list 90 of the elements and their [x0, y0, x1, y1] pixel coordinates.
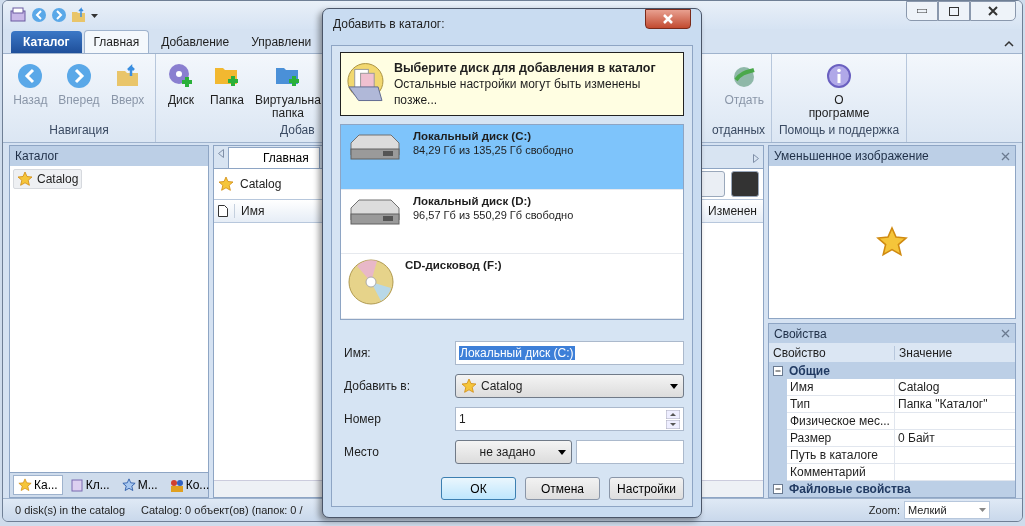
- maximize-icon: [949, 6, 959, 16]
- group-label: Навигация: [49, 123, 109, 137]
- property-value: Папка "Каталог": [894, 395, 1015, 413]
- minimize-icon: [917, 9, 927, 13]
- spin-up-icon: [666, 409, 680, 419]
- scroll-right-icon[interactable]: [753, 154, 759, 163]
- ribbon-tab[interactable]: Добавление: [151, 30, 240, 53]
- dialog-button[interactable]: Отмена: [525, 477, 600, 500]
- number-field[interactable]: 1: [455, 407, 684, 431]
- dialog-title: Добавить в каталог:: [333, 17, 445, 31]
- field-label: Номер: [343, 412, 382, 426]
- ribbon-tab[interactable]: Главная: [83, 30, 150, 53]
- column-header[interactable]: Свойство: [769, 345, 894, 360]
- ribbon-button[interactable]: Папка: [206, 60, 248, 123]
- close-icon: [988, 6, 998, 16]
- dialog-button[interactable]: Настройки: [609, 477, 684, 500]
- panel-header: Уменьшенное изображение: [774, 149, 929, 163]
- star-icon: [218, 176, 234, 192]
- property-name: Физическое мес...: [787, 412, 894, 430]
- star-icon: [17, 171, 33, 187]
- star-icon: [876, 226, 908, 258]
- dropdown-arrow-icon: [979, 508, 986, 512]
- document-icon: [218, 205, 228, 217]
- info-icon: [825, 62, 853, 90]
- property-name: Имя: [787, 378, 894, 396]
- column-header[interactable]: Значение: [894, 345, 1015, 360]
- property-name: Тип: [787, 395, 894, 413]
- dialog-heading: Выберите диск для добавления в каталог: [393, 60, 657, 76]
- location-dropdown[interactable]: не задано: [455, 440, 572, 464]
- document-tab[interactable]: Главная: [228, 147, 320, 168]
- name-field[interactable]: Локальный диск (C:): [455, 341, 684, 365]
- catalog-dropdown[interactable]: Catalog: [455, 374, 684, 398]
- property-group: Файловые свойства: [789, 481, 911, 496]
- panel-tab[interactable]: М...: [116, 475, 163, 495]
- panel-tab[interactable]: Кл...: [64, 475, 115, 495]
- dropdown-arrow-icon[interactable]: [91, 12, 98, 18]
- people-icon: [169, 478, 184, 492]
- field-label: Место: [343, 445, 380, 459]
- panel-header: Каталог: [10, 146, 208, 166]
- property-name: Путь в каталоге: [787, 446, 894, 464]
- cd-icon: [347, 258, 395, 307]
- group-label: Добав: [280, 123, 315, 137]
- clipboard-icon: [69, 478, 84, 492]
- star-outline-icon: [121, 478, 136, 492]
- close-icon[interactable]: [1001, 329, 1010, 339]
- star-icon: [461, 378, 477, 394]
- app-icon[interactable]: [9, 7, 27, 23]
- dialog-button[interactable]: ОК: [441, 477, 516, 500]
- dialog-subtext: Остальные настройки могут быть изменены позже...: [393, 76, 642, 108]
- zoom-dropdown[interactable]: Мелкий: [904, 501, 990, 519]
- view-button[interactable]: [731, 171, 759, 197]
- dropdown-arrow-icon: [670, 383, 678, 389]
- close-button[interactable]: [970, 1, 1016, 21]
- property-value: 0 Байт: [894, 429, 1015, 447]
- property-group: Общие: [789, 363, 830, 378]
- drive-item[interactable]: Локальный диск (C:) 84,29 Гб из 135,25 Гб свободно: [341, 125, 683, 190]
- status-text: Catalog: 0 объект(ов) (папок: 0 /: [141, 504, 303, 516]
- column-header[interactable]: Имя: [234, 204, 271, 218]
- close-icon[interactable]: [1001, 151, 1010, 161]
- collapse-icon[interactable]: [773, 483, 783, 494]
- close-icon: [663, 14, 673, 24]
- maximize-button[interactable]: [938, 1, 970, 21]
- field-label: Добавить в:: [343, 379, 412, 393]
- ribbon-tab[interactable]: Управлени: [241, 30, 322, 53]
- dropdown-arrow-icon: [558, 449, 566, 455]
- field-label: Имя:: [343, 346, 372, 360]
- group-label: отданных: [711, 123, 765, 137]
- location-field[interactable]: [576, 440, 684, 464]
- collapse-ribbon-icon[interactable]: [1004, 40, 1014, 47]
- status-text: 0 disk(s) in the catalog: [15, 504, 126, 516]
- collapse-icon[interactable]: [773, 365, 783, 376]
- panel-tab[interactable]: Ко...: [164, 475, 215, 495]
- star-icon: [18, 478, 32, 492]
- close-button[interactable]: [645, 9, 691, 29]
- disk-add-icon: [167, 62, 195, 90]
- panel-header: Свойства: [774, 326, 827, 341]
- breadcrumb[interactable]: Catalog: [240, 177, 282, 191]
- drive-item[interactable]: Локальный диск (D:) 96,57 Гб из 550,29 Гб свободно: [341, 189, 683, 255]
- group-label: Помощь и поддержка: [778, 123, 900, 137]
- property-name: Размер: [787, 429, 894, 447]
- property-value: Catalog: [894, 378, 1015, 396]
- panel-tab[interactable]: Ка...: [13, 475, 63, 495]
- ribbon-button[interactable]: О программе: [805, 60, 873, 123]
- ribbon-button[interactable]: Диск: [160, 60, 202, 123]
- spin-down-icon: [666, 419, 680, 429]
- app-menu-tab[interactable]: Каталог: [11, 31, 82, 53]
- drive-item[interactable]: CD-дисковод (F:): [341, 254, 683, 319]
- tree-item[interactable]: Catalog: [13, 169, 83, 189]
- zoom-label: Zoom:: [868, 504, 900, 516]
- property-name: Комментарий: [787, 463, 894, 481]
